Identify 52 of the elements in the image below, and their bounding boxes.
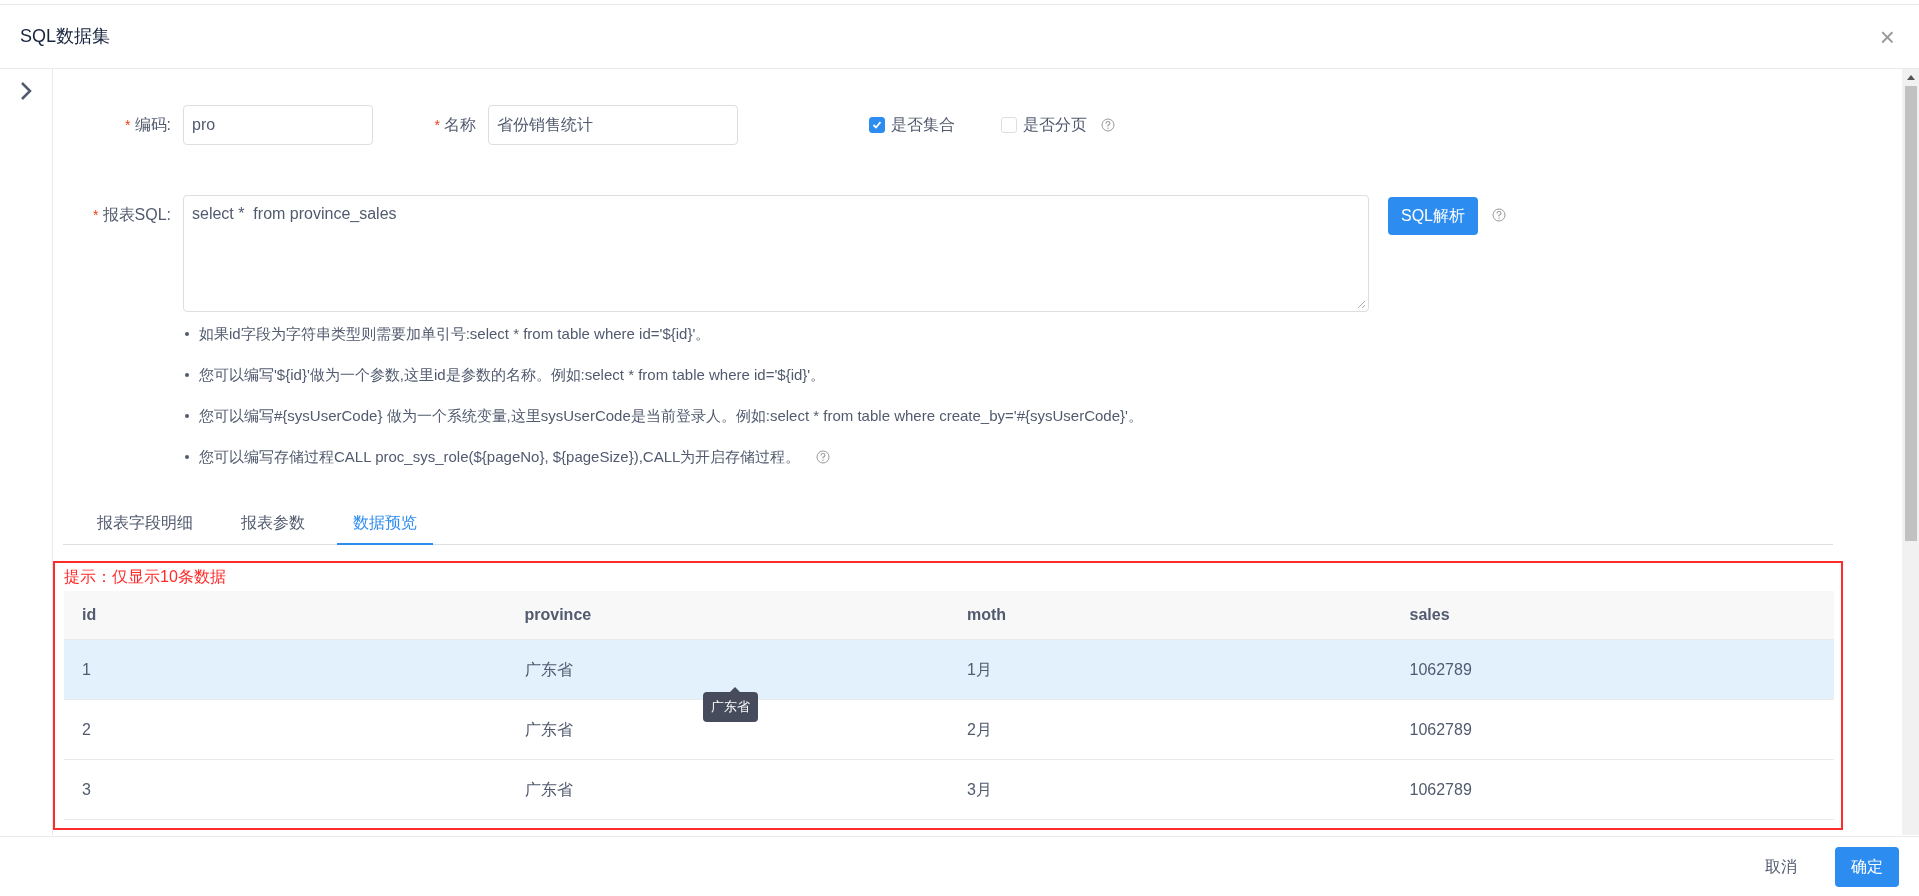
dialog-title: SQL数据集 bbox=[20, 25, 111, 48]
bullet-icon bbox=[185, 332, 189, 336]
hint-text: 您可以编写存储过程CALL proc_sys_role(${pageNo}, ${pageSize}),CALL为开启存储过程。 bbox=[199, 447, 801, 467]
column-header: sales bbox=[1409, 606, 1450, 623]
table-cell: 3 bbox=[82, 780, 91, 798]
table-cell: 3月 bbox=[967, 780, 992, 798]
required-mark: * bbox=[434, 115, 440, 135]
help-icon[interactable] bbox=[816, 450, 831, 464]
checkmark-icon bbox=[872, 120, 882, 130]
bullet-icon bbox=[185, 373, 189, 377]
scrollbar[interactable] bbox=[1902, 69, 1919, 835]
table-row[interactable]: 1 广东省 1月 1062789 bbox=[64, 640, 1834, 700]
tab[interactable]: 报表参数 bbox=[225, 503, 321, 545]
checkbox[interactable] bbox=[869, 117, 885, 133]
hint-text: 您可以编写'${id}'做为一个参数,这里id是参数的名称。例如:select * from table where id='${id}'。 bbox=[199, 365, 826, 385]
expand-chevron-icon[interactable] bbox=[19, 81, 33, 101]
tooltip: 广东省 bbox=[703, 692, 758, 722]
tab[interactable]: 报表字段明细 bbox=[81, 503, 209, 545]
checkbox-label[interactable]: 是否集合 bbox=[891, 113, 955, 137]
field-label: 报表SQL: bbox=[102, 205, 171, 225]
column-header: id bbox=[82, 606, 97, 623]
field-label: 编码: bbox=[134, 115, 171, 135]
table-cell: 2 bbox=[82, 720, 91, 738]
resize-handle-icon[interactable] bbox=[1356, 299, 1366, 309]
table-cell: 2月 bbox=[967, 720, 992, 738]
table-cell: 1062789 bbox=[1409, 660, 1472, 678]
help-icon[interactable] bbox=[1492, 208, 1506, 222]
help-icon[interactable] bbox=[1101, 118, 1115, 132]
tab[interactable]: 数据预览 bbox=[337, 503, 433, 545]
table-cell: 广东省 bbox=[524, 660, 573, 678]
column-header: moth bbox=[967, 606, 1007, 623]
bullet-icon bbox=[185, 455, 189, 459]
hint-text: 您可以编写#{sysUserCode} 做为一个系统变量,这里sysUserCode是当前登录人。例如:select * from table where create_by='#{sysUserCode}'。 bbox=[199, 406, 1143, 426]
sql-text: select * from province_sales bbox=[192, 205, 397, 222]
table-cell: 1月 bbox=[967, 660, 992, 678]
field-label: 名称 bbox=[444, 115, 476, 135]
notice-text: 提示：仅显示10条数据 bbox=[64, 567, 227, 587]
table-cell: 1062789 bbox=[1409, 780, 1472, 798]
sql-textarea[interactable]: select * from province_sales bbox=[183, 195, 1369, 312]
required-mark: * bbox=[125, 115, 131, 135]
required-mark: * bbox=[93, 205, 99, 225]
code-field[interactable]: pro bbox=[183, 105, 373, 145]
table-cell: 1062789 bbox=[1409, 720, 1472, 738]
table-cell: 广东省 bbox=[524, 720, 573, 738]
table-cell: 1 bbox=[82, 660, 91, 678]
bullet-icon bbox=[185, 414, 189, 418]
scroll-up-icon[interactable] bbox=[1906, 75, 1915, 80]
column-header: province bbox=[524, 606, 592, 623]
table-cell: 广东省 bbox=[524, 780, 573, 798]
hint-text: 如果id字段为字符串类型则需要加单引号:select * from table where id='${id}'。 bbox=[199, 324, 711, 344]
checkbox-label[interactable]: 是否分页 bbox=[1023, 113, 1087, 137]
name-field[interactable]: 省份销售统计 bbox=[488, 105, 738, 145]
